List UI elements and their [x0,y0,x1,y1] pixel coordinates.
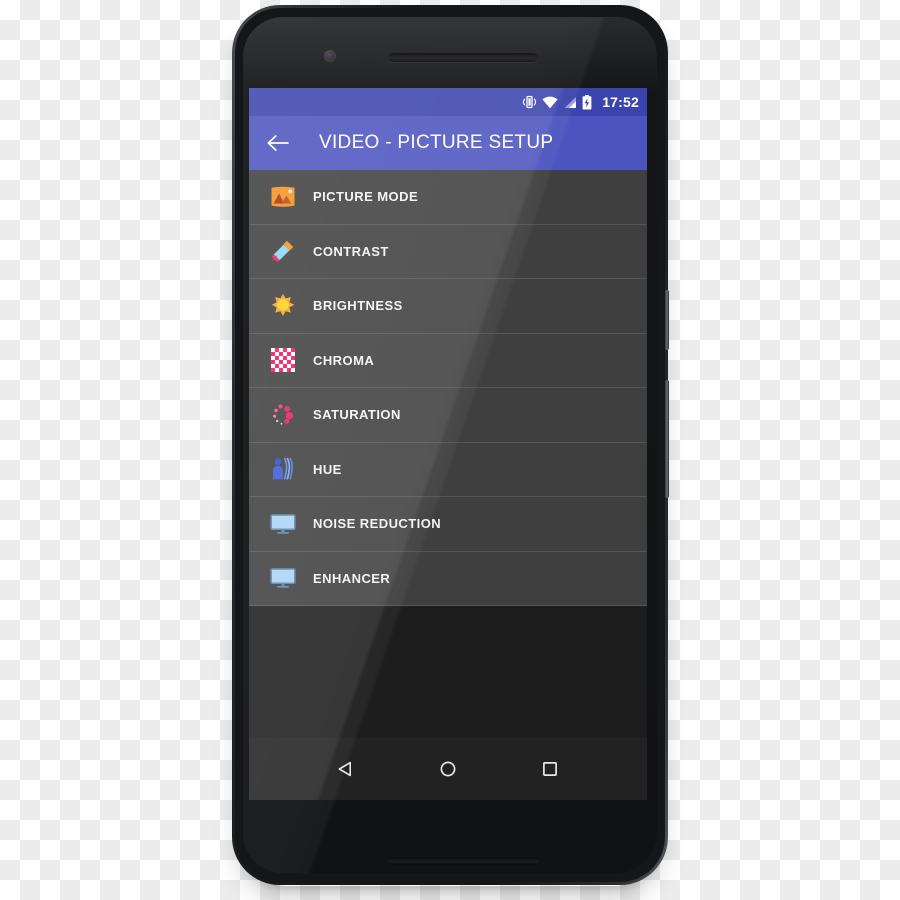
picture-image-icon [269,183,297,211]
list-item-chroma[interactable]: CHROMA [249,333,647,388]
nav-home-button[interactable] [431,752,465,786]
back-arrow-icon[interactable] [265,130,291,156]
list-item-hue[interactable]: HUE [249,442,647,497]
list-item-label: NOISE REDUCTION [313,516,442,532]
checkerboard-icon [269,346,297,374]
list-item-saturation[interactable]: SATURATION [249,388,647,443]
signal-icon [563,96,577,109]
list-item-label: PICTURE MODE [313,189,419,205]
app-bar: VIDEO - PICTURE SETUP [249,116,647,170]
list-item-label: HUE [313,461,342,477]
list-item-label: CONTRAST [313,243,389,259]
list-item-label: CHROMA [313,352,375,368]
vibrate-icon [522,95,537,109]
list-item-label: BRIGHTNESS [313,298,403,314]
power-button[interactable] [665,290,669,350]
list-item-brightness[interactable]: BRIGHTNESS [249,279,647,334]
list-item-contrast[interactable]: CONTRAST [249,224,647,279]
nav-recents-button[interactable] [533,752,567,786]
list-item-picture-mode[interactable]: PICTURE MODE [249,170,647,225]
battery-charging-icon [582,94,592,110]
sun-icon [269,292,297,320]
volume-rocker[interactable] [665,380,669,498]
eyedropper-icon [269,237,297,265]
checkerboard-swatch [271,348,295,373]
status-bar-icons: 17:52 [522,94,639,110]
person-waves-icon [269,455,297,483]
status-bar-clock: 17:52 [602,94,639,110]
monitor-icon [269,510,297,538]
status-bar: 17:52 [249,88,647,116]
phone-screen: 17:52 VIDEO - PICTURE SETUP PICTURE MODE… [249,88,647,800]
front-camera-icon [324,50,336,62]
color-dots-icon [269,401,297,429]
page-title: VIDEO - PICTURE SETUP [319,132,554,153]
nav-back-button[interactable] [329,752,363,786]
screenshot-canvas: 17:52 VIDEO - PICTURE SETUP PICTURE MODE… [0,0,900,900]
navigation-bar [249,738,647,800]
wifi-icon [542,96,558,109]
earpiece-speaker-icon [388,53,538,62]
list-item-label: SATURATION [313,407,401,423]
monitor-icon [269,564,297,592]
settings-list: PICTURE MODE CONTRAST BRIGHTNESS CHROMA … [249,170,647,606]
list-item-enhancer[interactable]: ENHANCER [249,551,647,606]
list-item-label: ENHANCER [313,570,391,586]
bottom-speaker-slot [388,857,538,865]
list-item-noise-reduction[interactable]: NOISE REDUCTION [249,497,647,552]
